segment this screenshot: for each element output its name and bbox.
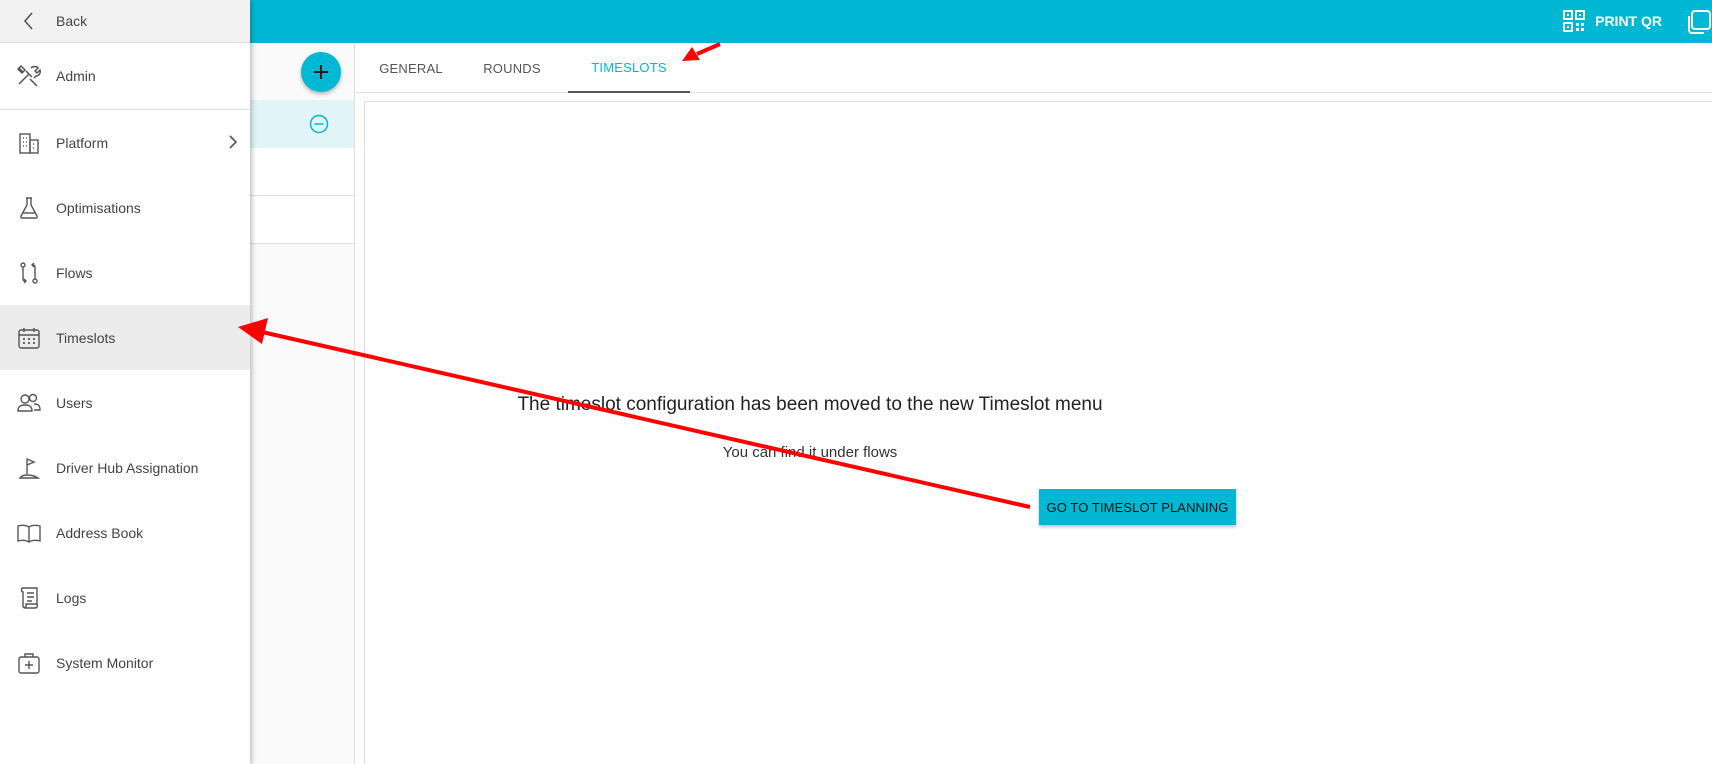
tab-general[interactable]: GENERAL — [368, 43, 454, 93]
navigation-drawer: Back Admin Platform Optimisations Flows … — [0, 0, 250, 764]
back-label: Back — [56, 13, 88, 29]
tab-rounds[interactable]: ROUNDS — [460, 43, 564, 93]
sidebar-item-label: Address Book — [56, 524, 144, 541]
window-copy-icon[interactable] — [1684, 8, 1712, 36]
admin-header[interactable]: Admin — [0, 43, 250, 110]
sidebar-item-flows[interactable]: Flows — [0, 240, 250, 305]
book-icon — [17, 524, 41, 543]
content-card — [364, 101, 1712, 764]
sidebar-item-label: Timeslots — [56, 329, 116, 346]
add-button[interactable] — [301, 52, 341, 92]
sidebar-item-users[interactable]: Users — [0, 370, 250, 435]
tab-bar: GENERAL ROUNDS TIMESLOTS — [356, 43, 1712, 93]
flag-icon — [18, 457, 41, 479]
tab-rounds-label: ROUNDS — [483, 60, 541, 76]
back-button[interactable]: Back — [0, 0, 250, 43]
tab-timeslots[interactable]: TIMESLOTS — [568, 43, 690, 93]
sidebar-item-label: Logs — [56, 589, 87, 606]
sidebar-item-driver-hub-assignation[interactable]: Driver Hub Assignation — [0, 435, 250, 500]
sidebar-item-label: Flows — [56, 264, 93, 281]
scroll-icon — [20, 586, 39, 609]
building-icon — [19, 132, 39, 154]
tab-timeslots-label: TIMESLOTS — [591, 59, 667, 75]
sidebar-item-logs[interactable]: Logs — [0, 565, 250, 630]
sidebar-item-label: Platform — [56, 134, 109, 151]
flask-icon — [20, 196, 38, 219]
remove-circle-icon[interactable] — [309, 114, 329, 134]
drawer-menu: Platform Optimisations Flows Timeslots U… — [0, 110, 250, 695]
top-app-bar: PRINT QR — [0, 0, 1712, 43]
tab-general-label: GENERAL — [379, 60, 443, 76]
sidebar-item-label: Driver Hub Assignation — [56, 459, 199, 476]
flow-icon — [20, 261, 38, 284]
tools-icon — [16, 64, 41, 87]
sidebar-item-label: Optimisations — [56, 199, 141, 216]
calendar-icon — [18, 327, 40, 349]
admin-label: Admin — [56, 68, 96, 84]
go-to-timeslot-planning-button[interactable]: GO TO TIMESLOT PLANNING — [1039, 489, 1236, 525]
print-qr-label: PRINT QR — [1595, 13, 1662, 29]
print-qr-button[interactable]: PRINT QR — [1563, 8, 1662, 34]
medical-case-icon — [18, 652, 40, 674]
users-icon — [17, 393, 41, 412]
sidebar-item-address-book[interactable]: Address Book — [0, 500, 250, 565]
sidebar-item-label: Users — [56, 394, 93, 411]
sidebar-item-system-monitor[interactable]: System Monitor — [0, 630, 250, 695]
sidebar-item-label: System Monitor — [56, 654, 154, 671]
chevron-left-icon — [23, 12, 33, 30]
sidebar-item-platform[interactable]: Platform — [0, 110, 250, 175]
sidebar-item-timeslots[interactable]: Timeslots — [0, 305, 250, 370]
sidebar-item-optimisations[interactable]: Optimisations — [0, 175, 250, 240]
chevron-right-icon — [229, 135, 238, 149]
qr-code-icon — [1563, 10, 1586, 32]
plus-icon — [314, 65, 328, 79]
